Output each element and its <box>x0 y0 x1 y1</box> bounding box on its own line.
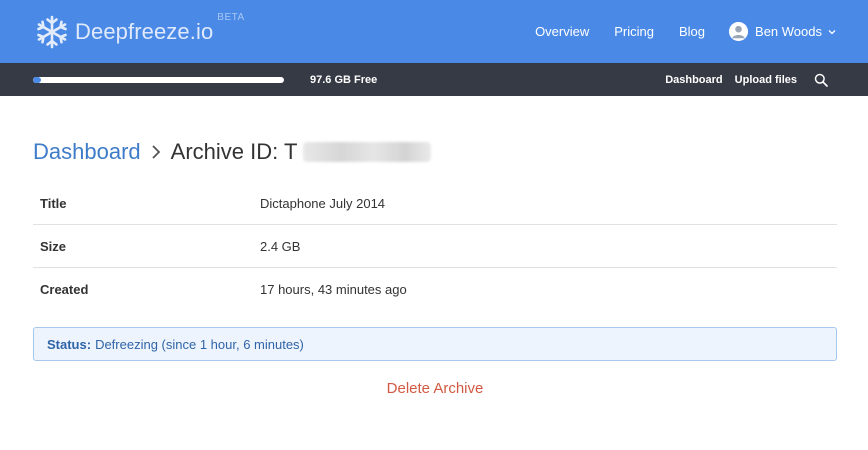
nav-overview-link[interactable]: Overview <box>535 24 589 39</box>
detail-value: 17 hours, 43 minutes ago <box>260 282 407 297</box>
breadcrumb-dashboard-link[interactable]: Dashboard <box>33 139 141 165</box>
storage-usage-fill <box>33 76 41 83</box>
search-icon[interactable] <box>814 73 828 87</box>
redacted-archive-id <box>303 142 432 162</box>
chevron-right-icon <box>152 145 160 159</box>
nav-blog-link[interactable]: Blog <box>679 24 705 39</box>
main-nav: Overview Pricing Blog Ben Woods <box>510 0 836 63</box>
status-label: Status: <box>47 336 92 352</box>
delete-archive-button[interactable]: Delete Archive <box>387 380 484 397</box>
actions: Delete Archive <box>33 380 837 398</box>
subnav-dashboard-link[interactable]: Dashboard <box>665 74 722 86</box>
detail-row-title: Title Dictaphone July 2014 <box>33 182 837 225</box>
detail-row-size: Size 2.4 GB <box>33 225 837 268</box>
detail-key: Title <box>40 195 67 211</box>
storage-bar: 97.6 GB Free Dashboard Upload files <box>0 63 868 96</box>
user-menu[interactable]: Ben Woods <box>729 22 836 41</box>
beta-badge: BETA <box>217 12 245 23</box>
storage-free-label: 97.6 GB Free <box>310 73 378 86</box>
subnav-upload-files-link[interactable]: Upload files <box>735 74 797 86</box>
detail-key: Size <box>40 238 67 254</box>
status-text: Defreezing (since 1 hour, 6 minutes) <box>95 336 304 352</box>
detail-value: 2.4 GB <box>260 238 301 254</box>
nav-pricing-link[interactable]: Pricing <box>614 24 654 39</box>
storage-usage-progress <box>33 76 284 83</box>
user-name: Ben Woods <box>755 24 822 39</box>
chevron-down-icon <box>828 29 836 34</box>
brand-name: Deepfreeze.io <box>75 18 214 44</box>
secondary-nav: Dashboard Upload files <box>653 73 828 87</box>
user-avatar-icon <box>729 22 749 41</box>
page-title: Archive ID: T <box>170 139 298 164</box>
detail-value: Dictaphone July 2014 <box>260 195 386 211</box>
detail-row-created: Created 17 hours, 43 minutes ago <box>33 268 837 311</box>
top-navbar: Deepfreeze.io BETA Overview Pricing Blog… <box>0 0 868 63</box>
detail-key: Created <box>40 282 89 297</box>
status-alert: Status: Defreezing (since 1 hour, 6 minu… <box>33 327 837 361</box>
brand-logo-link[interactable]: Deepfreeze.io BETA <box>34 0 245 63</box>
archive-detail-page: Dashboard Archive ID: T Title Dictaphone… <box>0 132 868 398</box>
archive-details-table: Title Dictaphone July 2014 Size 2.4 GB C… <box>33 182 837 311</box>
breadcrumb: Dashboard Archive ID: T <box>33 132 837 172</box>
snowflake-logo-icon <box>37 15 67 48</box>
